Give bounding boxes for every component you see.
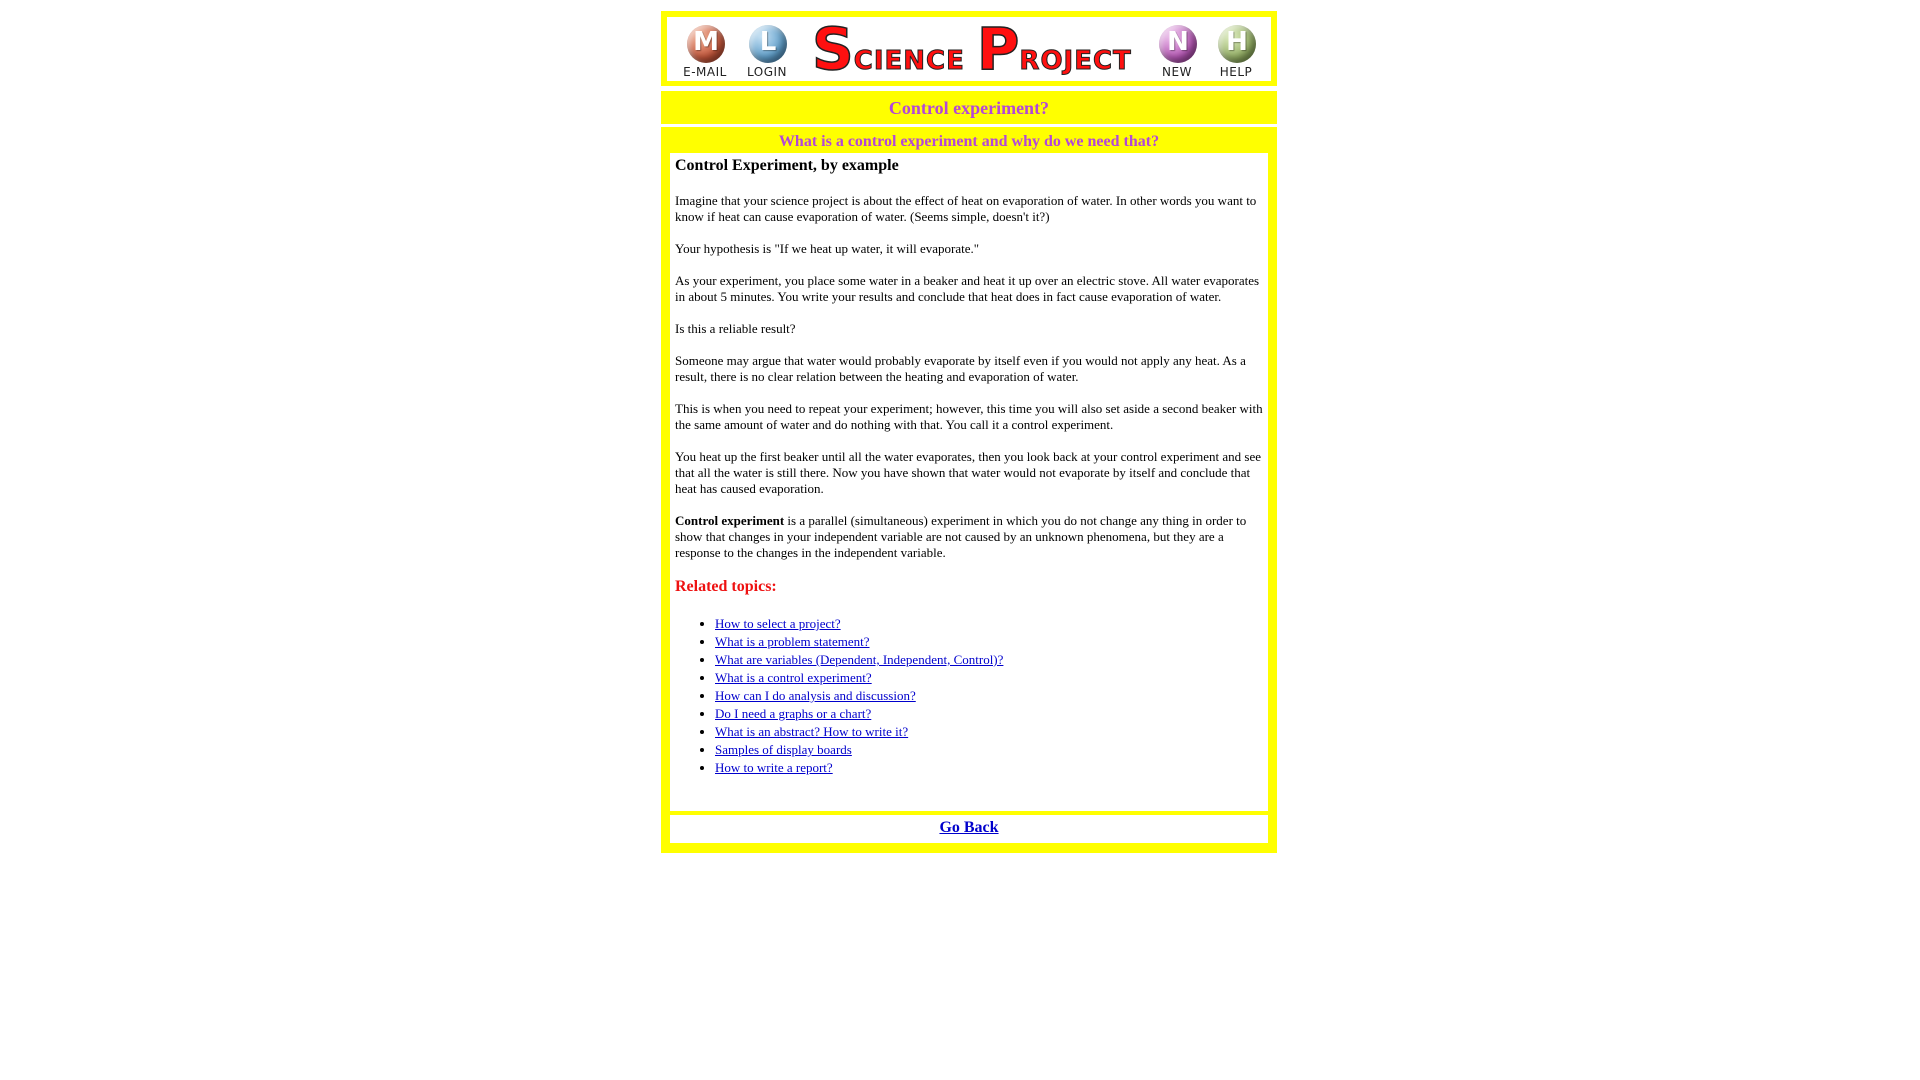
new-button[interactable]: N NEW bbox=[1151, 25, 1203, 81]
article-paragraph: You heat up the first beaker until all t… bbox=[675, 449, 1262, 496]
login-label: LOGIN bbox=[746, 65, 788, 79]
related-link-abstract[interactable]: What is an abstract? How to write it? bbox=[715, 724, 908, 739]
new-icon: N bbox=[1159, 25, 1197, 63]
help-label: HELP bbox=[1219, 65, 1253, 79]
logo-s: S bbox=[811, 15, 854, 83]
related-topics-list: How to select a project? What is a probl… bbox=[675, 615, 1263, 777]
header-inner: M E-MAIL L LOGIN SCIENCE PROJECT N NEW H… bbox=[667, 17, 1271, 81]
article-paragraph: Your hypothesis is "If we heat up water,… bbox=[675, 241, 980, 256]
related-link-problem-statement[interactable]: What is a problem statement? bbox=[715, 634, 870, 649]
list-item: How can I do analysis and discussion? bbox=[715, 687, 1263, 705]
article-heading: Control Experiment, by example bbox=[675, 157, 899, 174]
definition-paragraph: Control experiment is a parallel (simult… bbox=[675, 513, 1263, 561]
login-icon-letter: L bbox=[759, 27, 777, 57]
article-box: Control Experiment, by example Imagine t… bbox=[670, 153, 1268, 811]
list-item: How to select a project? bbox=[715, 615, 1263, 633]
related-link-variables[interactable]: What are variables (Dependent, Independe… bbox=[715, 652, 1003, 667]
page-subtitle: What is a control experiment and why do … bbox=[778, 133, 1160, 150]
related-link-display-boards[interactable]: Samples of display boards bbox=[715, 742, 852, 757]
email-icon: M bbox=[687, 25, 725, 63]
title-bar: Control experiment? bbox=[661, 91, 1277, 124]
site-logo[interactable]: SCIENCE PROJECT bbox=[811, 19, 1132, 79]
list-item: How to write a report? bbox=[715, 759, 1263, 777]
email-icon-letter: M bbox=[693, 27, 719, 57]
article-paragraph: Is this a reliable result? bbox=[675, 321, 796, 336]
new-icon-letter: N bbox=[1167, 27, 1189, 57]
related-link-analysis[interactable]: How can I do analysis and discussion? bbox=[715, 688, 916, 703]
article-paragraph: This is when you need to repeat your exp… bbox=[675, 401, 1263, 432]
definition-term: Control experiment bbox=[675, 513, 785, 528]
related-link-report[interactable]: How to write a report? bbox=[715, 760, 833, 775]
email-label: E-MAIL bbox=[683, 65, 727, 79]
list-item: Do I need a graphs or a chart? bbox=[715, 705, 1263, 723]
article-paragraph: As your experiment, you place some water… bbox=[675, 273, 1260, 304]
logo-roject: ROJECT bbox=[1019, 46, 1132, 77]
go-back-link[interactable]: Go Back bbox=[939, 819, 998, 837]
list-item: What are variables (Dependent, Independe… bbox=[715, 651, 1263, 669]
help-button[interactable]: H HELP bbox=[1210, 25, 1262, 81]
list-item: What is an abstract? How to write it? bbox=[715, 723, 1263, 741]
logo-p: P bbox=[976, 15, 1020, 83]
login-button[interactable]: L LOGIN bbox=[741, 25, 793, 81]
list-item: What is a problem statement? bbox=[715, 633, 1263, 651]
list-item: Samples of display boards bbox=[715, 741, 1263, 759]
article-content: Control Experiment, by example Imagine t… bbox=[675, 156, 1263, 777]
page-title: Control experiment? bbox=[888, 98, 1050, 118]
main-panel: What is a control experiment and why do … bbox=[661, 127, 1277, 853]
header-banner: M E-MAIL L LOGIN SCIENCE PROJECT N NEW H… bbox=[661, 11, 1277, 86]
new-label: NEW bbox=[1162, 65, 1192, 79]
help-icon: H bbox=[1218, 25, 1256, 63]
related-link-select-project[interactable]: How to select a project? bbox=[715, 616, 841, 631]
article-paragraph: Someone may argue that water would proba… bbox=[675, 353, 1246, 384]
login-icon: L bbox=[749, 25, 787, 63]
help-icon-letter: H bbox=[1226, 27, 1248, 57]
related-link-graphs[interactable]: Do I need a graphs or a chart? bbox=[715, 706, 871, 721]
email-button[interactable]: M E-MAIL bbox=[679, 25, 731, 81]
list-item: What is a control experiment? bbox=[715, 669, 1263, 687]
related-topics-heading: Related topics: bbox=[675, 578, 777, 595]
article-paragraph: Imagine that your science project is abo… bbox=[675, 193, 1257, 224]
related-link-control-experiment[interactable]: What is a control experiment? bbox=[715, 670, 872, 685]
go-back-bar: Go Back bbox=[670, 815, 1268, 843]
logo-cience: CIENCE bbox=[853, 46, 965, 77]
